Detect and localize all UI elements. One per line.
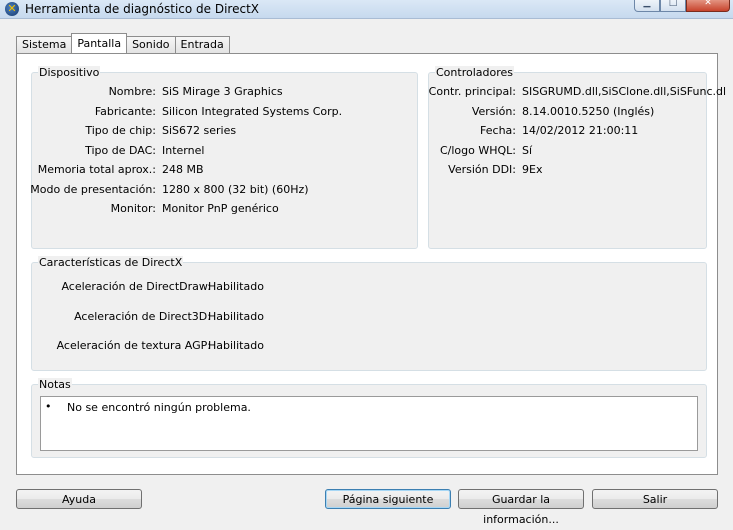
feature-value-direct3d: Habilitado [208,310,264,323]
device-group: Dispositivo Nombre: SiS Mirage 3 Graphic… [30,66,418,249]
device-label-dac: Tipo de DAC: [85,144,156,157]
device-value-monitor: Monitor PnP genérico [162,202,279,215]
directx-features-group: Características de DirectX Aceleración d… [31,256,707,371]
device-label-memory: Memoria total aprox.: [37,163,156,176]
next-page-button[interactable]: Página siguiente [325,489,451,509]
drivers-value-version: 8.14.0010.5250 (Inglés) [522,105,655,118]
notes-legend: Notas [38,378,72,391]
device-label-manufacturer: Fabricante: [94,105,156,118]
device-value-mode: 1280 x 800 (32 bit) (60Hz) [162,183,309,196]
tab-sistema[interactable]: Sistema [16,36,73,53]
device-legend: Dispositivo [38,66,101,79]
maximize-icon[interactable]: □ [660,0,686,12]
device-label-mode: Modo de presentación: [30,183,156,196]
features-legend: Características de DirectX [38,256,184,269]
close-icon[interactable]: ✕ [686,0,730,12]
tab-panel: Dispositivo Nombre: SiS Mirage 3 Graphic… [16,53,726,475]
directx-icon: ✕ [5,2,19,16]
window-controls: ▁ □ ✕ [634,0,730,12]
notes-textarea[interactable]: • No se encontró ningún problema. [40,396,698,451]
title-bar: ✕ Herramienta de diagnóstico de DirectX … [0,0,733,19]
save-information-button[interactable]: Guardar la información... [458,489,584,526]
device-value-dac: Internel [162,144,205,157]
drivers-label-main: Contr. principal: [428,85,516,98]
device-label-monitor: Monitor: [110,202,156,215]
tab-pantalla[interactable]: Pantalla [71,33,128,53]
feature-label-agp: Aceleración de textura AGP: [56,339,211,352]
device-value-name: SiS Mirage 3 Graphics [162,85,283,98]
drivers-legend: Controladores [435,66,514,79]
tab-entrada[interactable]: Entrada [174,36,230,53]
device-label-name: Nombre: [108,85,156,98]
tab-sonido[interactable]: Sonido [126,36,176,53]
drivers-value-whql: Sí [522,144,533,157]
device-value-manufacturer: Silicon Integrated Systems Corp. [162,105,343,118]
feature-label-directdraw: Aceleración de DirectDraw: [61,280,211,293]
minimize-icon[interactable]: ▁ [634,0,660,12]
device-value-memory: 248 MB [162,163,204,176]
device-label-chip: Tipo de chip: [85,124,156,137]
drivers-value-ddi: 9Ex [522,163,543,176]
drivers-value-date: 14/02/2012 21:00:11 [522,124,639,137]
notes-bullet: • [45,400,52,413]
drivers-label-version: Versión: [471,105,516,118]
drivers-value-main: SISGRUMD.dll,SiSClone.dll,SiSFunc.dl [522,85,727,98]
drivers-label-whql: C/logo WHQL: [439,144,516,157]
tab-strip: Sistema Pantalla Sonido Entrada [16,33,230,53]
drivers-label-date: Fecha: [480,124,516,137]
help-button[interactable]: Ayuda [16,489,142,509]
device-value-chip: SiS672 series [162,124,237,137]
drivers-label-ddi: Versión DDI: [448,163,516,176]
exit-button[interactable]: Salir [592,489,718,509]
drivers-group: Controladores Contr. principal: SISGRUMD… [428,66,726,249]
notes-text: No se encontró ningún problema. [67,401,251,414]
feature-label-direct3d: Aceleración de Direct3D: [74,310,211,323]
window-title: Herramienta de diagnóstico de DirectX [25,2,259,16]
feature-value-directdraw: Habilitado [208,280,264,293]
feature-value-agp: Habilitado [208,339,264,352]
